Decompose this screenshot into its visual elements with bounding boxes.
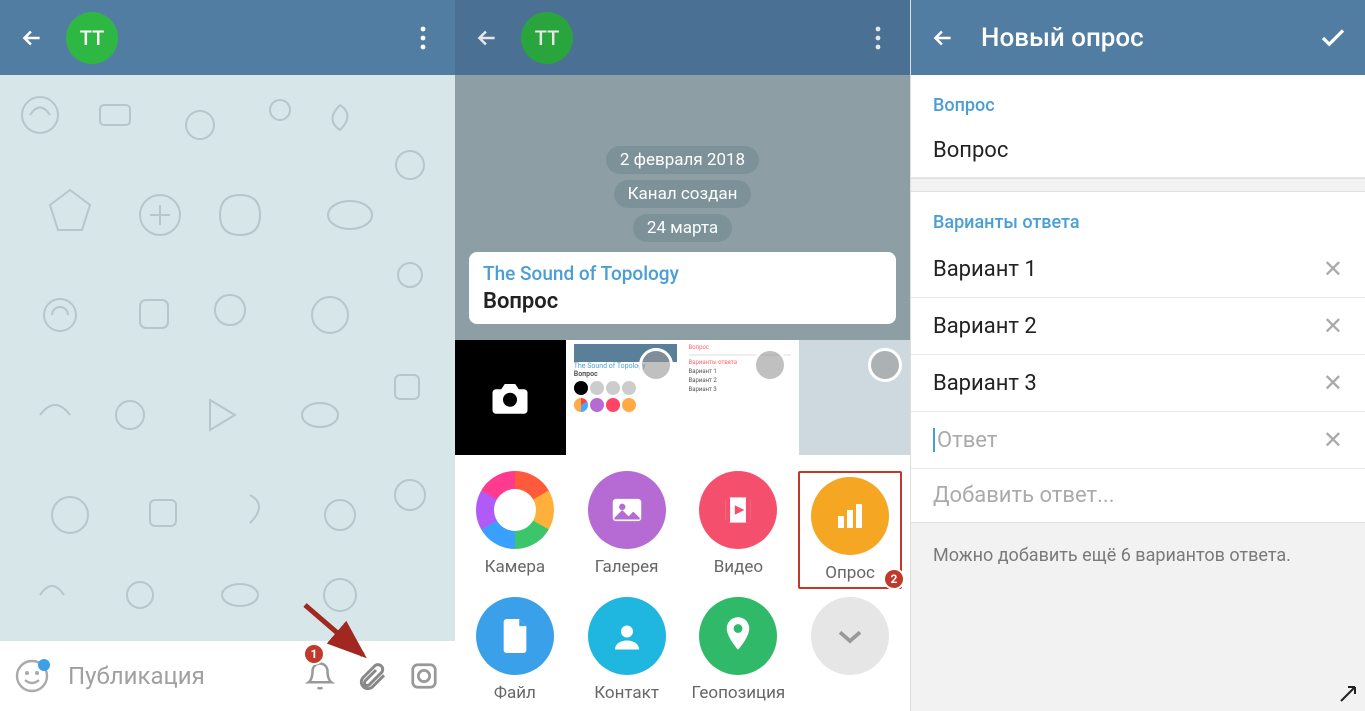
add-option-row[interactable]: Добавить ответ...	[911, 469, 1365, 522]
attach-label: Файл	[494, 683, 536, 703]
attach-label	[848, 683, 852, 703]
attach-label: Контакт	[594, 683, 659, 703]
system-message: Канал создан	[614, 180, 752, 208]
attach-location[interactable]: Геопозиция	[687, 597, 791, 703]
pane-attach-sheet: TT 2 февраля 2018 Канал создан 24 марта …	[455, 0, 910, 711]
chat-background	[0, 75, 455, 641]
pane-chat-empty: TT	[0, 0, 455, 711]
option-text: Вариант 3	[933, 371, 1037, 396]
attach-file[interactable]: Файл	[463, 597, 567, 703]
attachment-sheet: The Sound of Topology Вопрос	[455, 340, 910, 711]
attach-label: Камера	[485, 557, 546, 577]
option-row[interactable]: Вариант 1 ✕	[911, 241, 1365, 298]
message-input-bar: Публикация	[0, 641, 455, 711]
add-option-text: Добавить ответ...	[933, 483, 1115, 508]
options-hint-text: Можно добавить ещё 6 вариантов ответа.	[933, 545, 1291, 566]
avatar[interactable]: TT	[66, 12, 118, 64]
message-input[interactable]: Публикация	[68, 662, 285, 690]
more-icon[interactable]	[403, 18, 443, 58]
option-row-editing[interactable]: Ответ ✕	[911, 412, 1365, 469]
emoji-icon[interactable]	[14, 658, 50, 694]
attach-icon[interactable]	[355, 659, 389, 693]
select-circle-icon[interactable]	[868, 348, 902, 382]
confirm-icon[interactable]	[1313, 18, 1353, 58]
poll-question-text: Вопрос	[483, 289, 882, 314]
attach-camera[interactable]: Камера	[463, 471, 567, 589]
attach-contact[interactable]: Контакт	[575, 597, 679, 703]
attach-gallery[interactable]: Галерея	[575, 471, 679, 589]
back-icon[interactable]	[923, 18, 963, 58]
chat-messages: 2 февраля 2018 Канал создан 24 марта The…	[455, 140, 910, 324]
pane-new-poll: Новый опрос Вопрос Вопрос Варианты ответ…	[910, 0, 1365, 711]
camera-shortcut-icon[interactable]	[407, 659, 441, 693]
annotation-badge-1: 1	[303, 643, 325, 665]
attach-collapse[interactable]	[798, 597, 902, 703]
photo-thumbnail[interactable]: The Sound of Topology Вопрос	[570, 340, 681, 455]
select-circle-icon[interactable]	[753, 348, 787, 382]
resize-handle-icon	[1337, 683, 1359, 705]
remove-option-icon[interactable]: ✕	[1313, 312, 1343, 340]
poll-message[interactable]: The Sound of Topology Вопрос	[469, 252, 896, 324]
remove-option-icon[interactable]: ✕	[1313, 255, 1343, 283]
attach-video[interactable]: Видео	[687, 471, 791, 589]
remove-option-icon[interactable]: ✕	[1313, 369, 1343, 397]
doodle-pattern	[0, 75, 455, 641]
attach-label: Галерея	[595, 557, 659, 577]
section-divider	[911, 178, 1365, 192]
options-hint: Можно добавить ещё 6 вариантов ответа.	[911, 522, 1365, 711]
mute-icon[interactable]	[303, 659, 337, 693]
remove-option-icon[interactable]: ✕	[1313, 426, 1343, 454]
more-icon[interactable]	[858, 18, 898, 58]
header-bar: Новый опрос	[911, 0, 1365, 75]
select-circle-icon[interactable]	[639, 348, 673, 382]
photo-thumbnail[interactable]: Вопрос Варианты ответа Вариант 1 Вариант…	[685, 340, 796, 455]
question-section-label: Вопрос	[911, 75, 1365, 124]
header-bar: TT	[455, 0, 910, 75]
header-bar: TT	[0, 0, 455, 75]
attach-label: Опрос	[825, 563, 875, 583]
back-icon[interactable]	[467, 18, 507, 58]
poll-channel-name: The Sound of Topology	[483, 262, 882, 285]
date-separator: 2 февраля 2018	[606, 146, 759, 174]
option-row[interactable]: Вариант 3 ✕	[911, 355, 1365, 412]
option-placeholder: Ответ	[937, 428, 997, 453]
avatar[interactable]: TT	[521, 12, 573, 64]
annotation-badge-2: 2	[883, 568, 905, 590]
option-row[interactable]: Вариант 2 ✕	[911, 298, 1365, 355]
camera-thumbnail[interactable]	[455, 340, 566, 455]
option-text: Вариант 1	[933, 257, 1037, 282]
date-separator: 24 марта	[633, 214, 732, 242]
attach-label: Видео	[714, 557, 763, 577]
page-title: Новый опрос	[981, 23, 1313, 53]
photo-thumbnail[interactable]	[799, 340, 910, 455]
options-section-label: Варианты ответа	[911, 192, 1365, 241]
text-cursor	[933, 428, 935, 452]
recent-photos-strip: The Sound of Topology Вопрос	[455, 340, 910, 455]
attach-label: Геопозиция	[691, 683, 785, 703]
back-icon[interactable]	[12, 18, 52, 58]
option-text: Вариант 2	[933, 314, 1037, 339]
question-input-text: Вопрос	[933, 138, 1008, 163]
question-input[interactable]: Вопрос	[911, 124, 1365, 178]
